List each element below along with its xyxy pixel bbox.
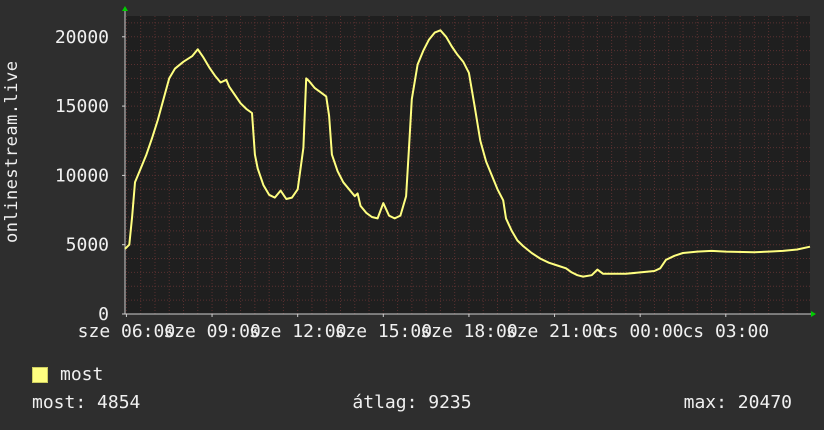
y-axis-arrow [122, 6, 128, 11]
stat-max: max: 20470 [683, 392, 792, 413]
x-tick-label: cs 03:00 [682, 321, 769, 342]
y-tick-label: 5000 [66, 235, 109, 256]
y-tick-label: 20000 [55, 27, 109, 48]
stat-average: átlag: 9235 [352, 392, 472, 413]
x-tick-label: sze 15:00 [335, 321, 433, 342]
x-tick-label: sze 21:00 [506, 321, 604, 342]
legend-swatch [32, 366, 48, 383]
x-axis-arrow [811, 311, 816, 317]
stat-current: most: 4854 [32, 392, 141, 413]
legend: most [32, 364, 103, 385]
y-tick-label: 15000 [55, 96, 109, 117]
legend-label: most [60, 364, 104, 385]
x-tick-label: cs 00:00 [597, 321, 684, 342]
stats-row: most: 4854 átlag: 9235 max: 20470 [32, 392, 792, 413]
y-tick-label: 10000 [55, 165, 109, 186]
x-tick-label: sze 06:00 [78, 321, 176, 342]
x-tick-label: sze 18:00 [420, 321, 518, 342]
x-tick-label: sze 09:00 [163, 321, 261, 342]
x-tick-label: sze 12:00 [249, 321, 347, 342]
y-axis-label: onlinestream.live [2, 60, 22, 244]
chart: 05000100001500020000sze 06:00sze 09:00sz… [55, 6, 816, 342]
plot-area [125, 16, 810, 314]
